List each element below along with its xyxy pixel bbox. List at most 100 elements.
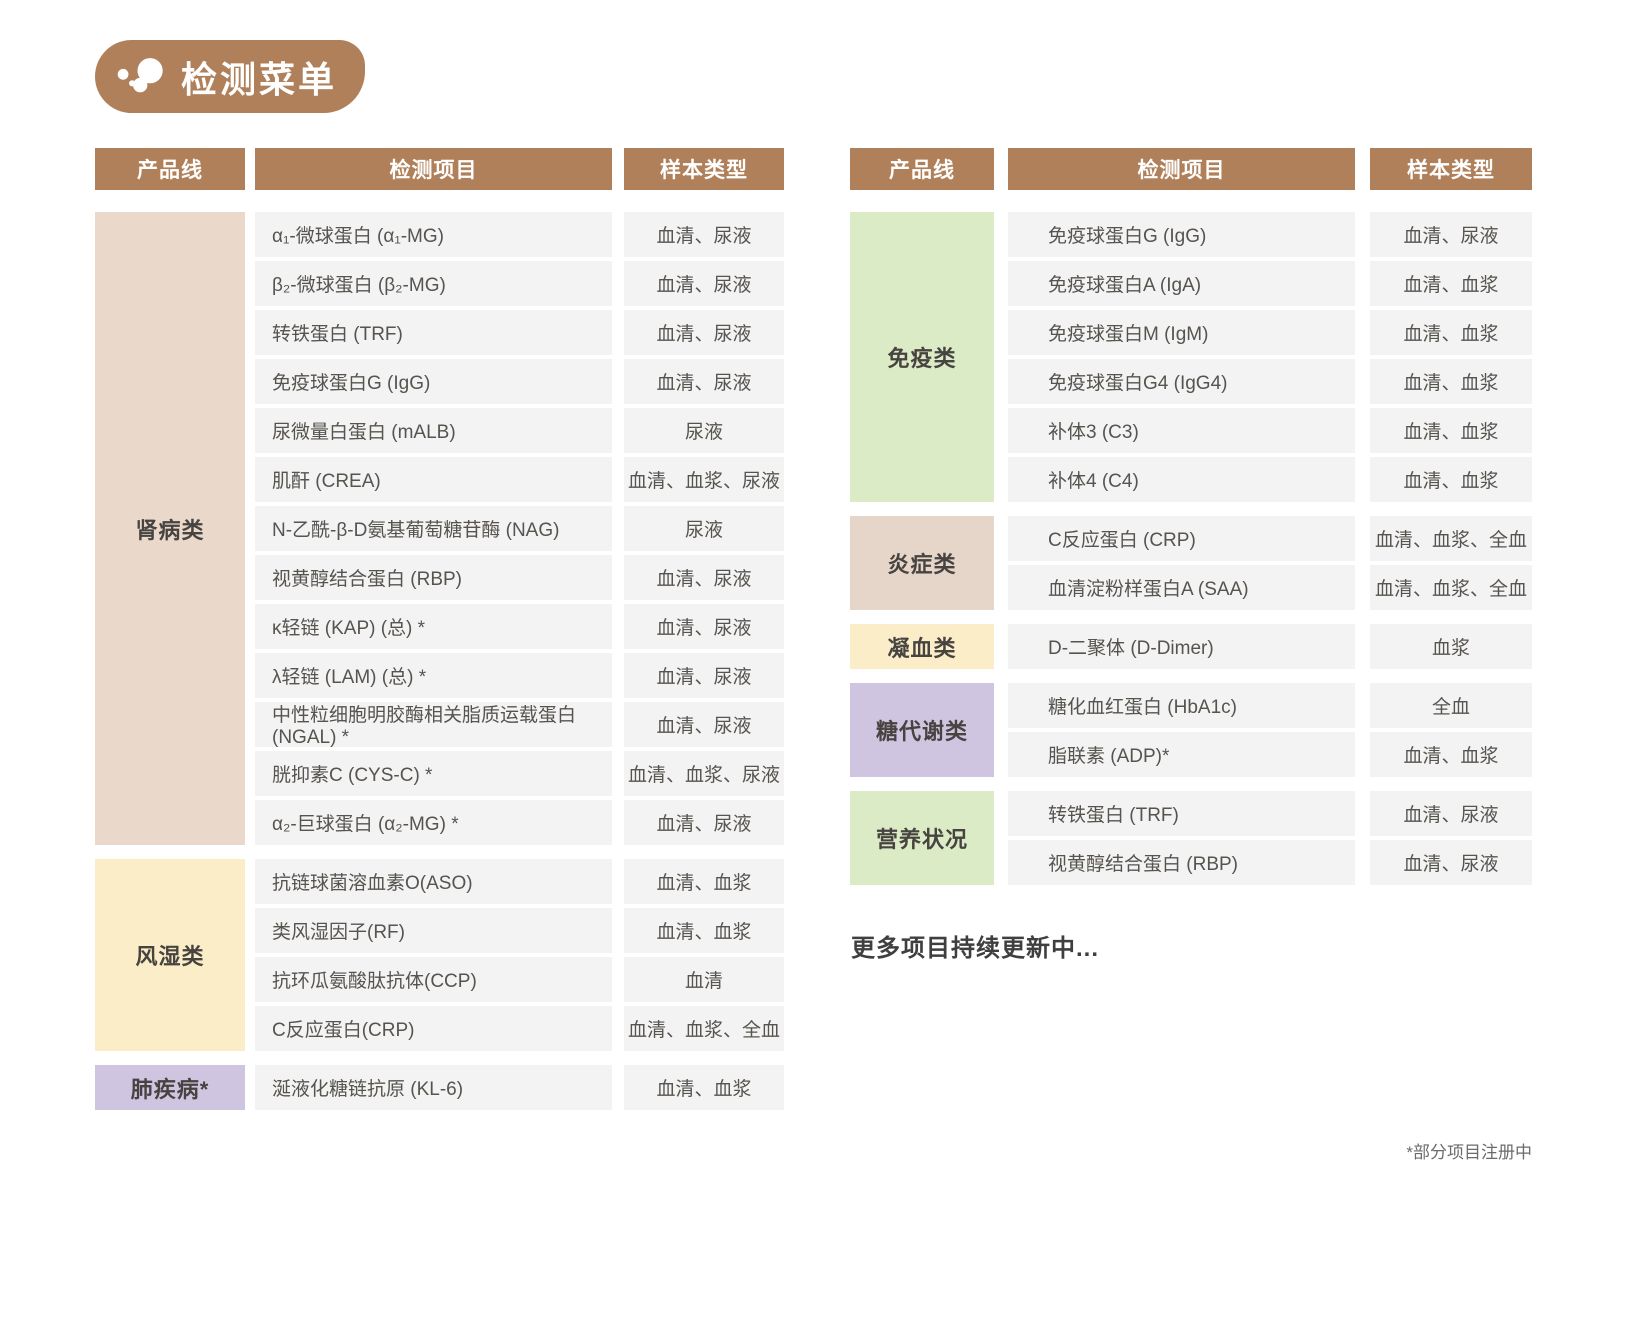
registration-footnote: *部分项目注册中 [1406, 1138, 1532, 1163]
more-items-note: 更多项目持续更新中... [851, 928, 1099, 963]
sample-type-cell: 尿液 [624, 506, 784, 551]
category-group: 营养状况转铁蛋白 (TRF)视黄醇结合蛋白 (RBP) 血清、尿液血清、尿液 [850, 791, 1532, 885]
category-cell: 营养状况 [850, 791, 994, 885]
cells-icon [115, 50, 169, 104]
test-item-cell: N-乙酰-β-D氨基葡萄糖苷酶 (NAG) [255, 506, 612, 551]
test-item-cell: 转铁蛋白 (TRF) [1008, 791, 1355, 836]
test-menu-table-right: 产品线检测项目样本类型 免疫类免疫球蛋白G (IgG)免疫球蛋白A (IgA)免… [850, 148, 1532, 899]
category-group: 糖代谢类糖化血红蛋白 (HbA1c)脂联素 (ADP)*全血血清、血浆 [850, 683, 1532, 777]
sample-type-cell: 血清、血浆 [1370, 261, 1532, 306]
sample-type-cell: 全血 [1370, 683, 1532, 728]
sample-type-cell: 血清、血浆 [1370, 408, 1532, 453]
sample-type-cell: 血清、血浆、全血 [1370, 516, 1532, 561]
test-items-column: 免疫球蛋白G (IgG)免疫球蛋白A (IgA)免疫球蛋白M (IgM)免疫球蛋… [1008, 212, 1355, 502]
test-item-cell: 尿微量白蛋白 (mALB) [255, 408, 612, 453]
test-item-cell: 脂联素 (ADP)* [1008, 732, 1355, 777]
sample-type-cell: 血清、尿液 [624, 800, 784, 845]
test-item-cell: α₂-巨球蛋白 (α₂-MG) * [255, 800, 612, 845]
category-group: 免疫类免疫球蛋白G (IgG)免疫球蛋白A (IgA)免疫球蛋白M (IgM)免… [850, 212, 1532, 502]
sample-type-cell: 血清、血浆 [1370, 310, 1532, 355]
sample-types-column: 血清、尿液血清、血浆血清、血浆血清、血浆血清、血浆血清、血浆 [1370, 212, 1532, 502]
sample-types-column: 血清、尿液血清、尿液血清、尿液血清、尿液尿液血清、血浆、尿液尿液血清、尿液血清、… [624, 212, 784, 845]
column-header: 检测项目 [1008, 148, 1355, 190]
column-header: 样本类型 [624, 148, 784, 190]
test-item-cell: λ轻链 (LAM) (总) * [255, 653, 612, 698]
test-item-cell: α₁-微球蛋白 (α₁-MG) [255, 212, 612, 257]
table-body: 免疫类免疫球蛋白G (IgG)免疫球蛋白A (IgA)免疫球蛋白M (IgM)免… [850, 212, 1532, 885]
column-header: 检测项目 [255, 148, 612, 190]
test-item-cell: 视黄醇结合蛋白 (RBP) [255, 555, 612, 600]
test-item-cell: 涎液化糖链抗原 (KL-6) [255, 1065, 612, 1110]
sample-type-cell: 血清、尿液 [624, 702, 784, 747]
sample-type-cell: 血清、尿液 [1370, 212, 1532, 257]
test-item-cell: 免疫球蛋白G (IgG) [255, 359, 612, 404]
test-item-cell: 胱抑素C (CYS-C) * [255, 751, 612, 796]
test-items-column: 糖化血红蛋白 (HbA1c)脂联素 (ADP)* [1008, 683, 1355, 777]
column-header: 产品线 [95, 148, 245, 190]
sample-type-cell: 血清、尿液 [624, 359, 784, 404]
sample-type-cell: 尿液 [624, 408, 784, 453]
category-group: 肾病类α₁-微球蛋白 (α₁-MG)β₂-微球蛋白 (β₂-MG)转铁蛋白 (T… [95, 212, 784, 845]
test-item-cell: 抗环瓜氨酸肽抗体(CCP) [255, 957, 612, 1002]
sample-type-cell: 血清、尿液 [624, 261, 784, 306]
test-item-cell: C反应蛋白 (CRP) [1008, 516, 1355, 561]
test-item-cell: 免疫球蛋白A (IgA) [1008, 261, 1355, 306]
sample-type-cell: 血清、血浆 [624, 1065, 784, 1110]
test-menu-table-left: 产品线检测项目样本类型 肾病类α₁-微球蛋白 (α₁-MG)β₂-微球蛋白 (β… [95, 148, 784, 1124]
page-title: 检测菜单 [181, 51, 337, 103]
table-header-row: 产品线检测项目样本类型 [850, 148, 1532, 190]
test-item-cell: 类风湿因子(RF) [255, 908, 612, 953]
category-group: 风湿类抗链球菌溶血素O(ASO)类风湿因子(RF)抗环瓜氨酸肽抗体(CCP)C反… [95, 859, 784, 1051]
sample-types-column: 血清、血浆、全血血清、血浆、全血 [1370, 516, 1532, 610]
test-items-column: α₁-微球蛋白 (α₁-MG)β₂-微球蛋白 (β₂-MG)转铁蛋白 (TRF)… [255, 212, 612, 845]
category-cell: 糖代谢类 [850, 683, 994, 777]
test-item-cell: 中性粒细胞明胶酶相关脂质运载蛋白 (NGAL) * [255, 702, 612, 747]
sample-type-cell: 血清、血浆 [624, 859, 784, 904]
category-group: 炎症类C反应蛋白 (CRP)血清淀粉样蛋白A (SAA)血清、血浆、全血血清、血… [850, 516, 1532, 610]
test-menu-page: { "page": { "badge": { "title": "检测菜单", … [0, 0, 1649, 1336]
category-cell: 凝血类 [850, 624, 994, 669]
sample-type-cell: 血清、血浆 [1370, 457, 1532, 502]
test-item-cell: C反应蛋白(CRP) [255, 1006, 612, 1051]
test-item-cell: 肌酐 (CREA) [255, 457, 612, 502]
test-item-cell: 视黄醇结合蛋白 (RBP) [1008, 840, 1355, 885]
sample-type-cell: 血浆 [1370, 624, 1532, 669]
sample-type-cell: 血清 [624, 957, 784, 1002]
sample-type-cell: 血清、尿液 [624, 653, 784, 698]
category-cell: 炎症类 [850, 516, 994, 610]
sample-type-cell: 血清、血浆 [1370, 732, 1532, 777]
sample-types-column: 全血血清、血浆 [1370, 683, 1532, 777]
category-group: 肺疾病*涎液化糖链抗原 (KL-6) 血清、血浆 [95, 1065, 784, 1110]
sample-type-cell: 血清、尿液 [624, 212, 784, 257]
test-item-cell: 免疫球蛋白G4 (IgG4) [1008, 359, 1355, 404]
test-item-cell: 免疫球蛋白M (IgM) [1008, 310, 1355, 355]
category-cell: 免疫类 [850, 212, 994, 502]
test-items-column: C反应蛋白 (CRP)血清淀粉样蛋白A (SAA) [1008, 516, 1355, 610]
test-item-cell: β₂-微球蛋白 (β₂-MG) [255, 261, 612, 306]
sample-types-column: 血清、尿液血清、尿液 [1370, 791, 1532, 885]
sample-type-cell: 血清、血浆、全血 [1370, 565, 1532, 610]
category-group: 凝血类 D-二聚体 (D-Dimer) 血浆 [850, 624, 1532, 669]
category-cell: 肺疾病* [95, 1065, 245, 1110]
test-item-cell: 糖化血红蛋白 (HbA1c) [1008, 683, 1355, 728]
category-cell: 风湿类 [95, 859, 245, 1051]
sample-type-cell: 血清、血浆 [624, 908, 784, 953]
column-header: 产品线 [850, 148, 994, 190]
test-items-column: 抗链球菌溶血素O(ASO)类风湿因子(RF)抗环瓜氨酸肽抗体(CCP)C反应蛋白… [255, 859, 612, 1051]
sample-type-cell: 血清、尿液 [1370, 840, 1532, 885]
test-item-cell: 补体4 (C4) [1008, 457, 1355, 502]
sample-type-cell: 血清、血浆、尿液 [624, 457, 784, 502]
sample-type-cell: 血清、尿液 [624, 555, 784, 600]
sample-type-cell: 血清、血浆 [1370, 359, 1532, 404]
test-item-cell: κ轻链 (KAP) (总) * [255, 604, 612, 649]
sample-type-cell: 血清、血浆、全血 [624, 1006, 784, 1051]
test-item-cell: D-二聚体 (D-Dimer) [1008, 624, 1355, 669]
test-item-cell: 抗链球菌溶血素O(ASO) [255, 859, 612, 904]
sample-types-column: 血清、血浆 [624, 1065, 784, 1110]
test-items-column: 涎液化糖链抗原 (KL-6) [255, 1065, 612, 1110]
table-header-row: 产品线检测项目样本类型 [95, 148, 784, 190]
table-body: 肾病类α₁-微球蛋白 (α₁-MG)β₂-微球蛋白 (β₂-MG)转铁蛋白 (T… [95, 212, 784, 1110]
section-title-badge: 检测菜单 [95, 40, 365, 113]
sample-type-cell: 血清、血浆、尿液 [624, 751, 784, 796]
sample-types-column: 血浆 [1370, 624, 1532, 669]
